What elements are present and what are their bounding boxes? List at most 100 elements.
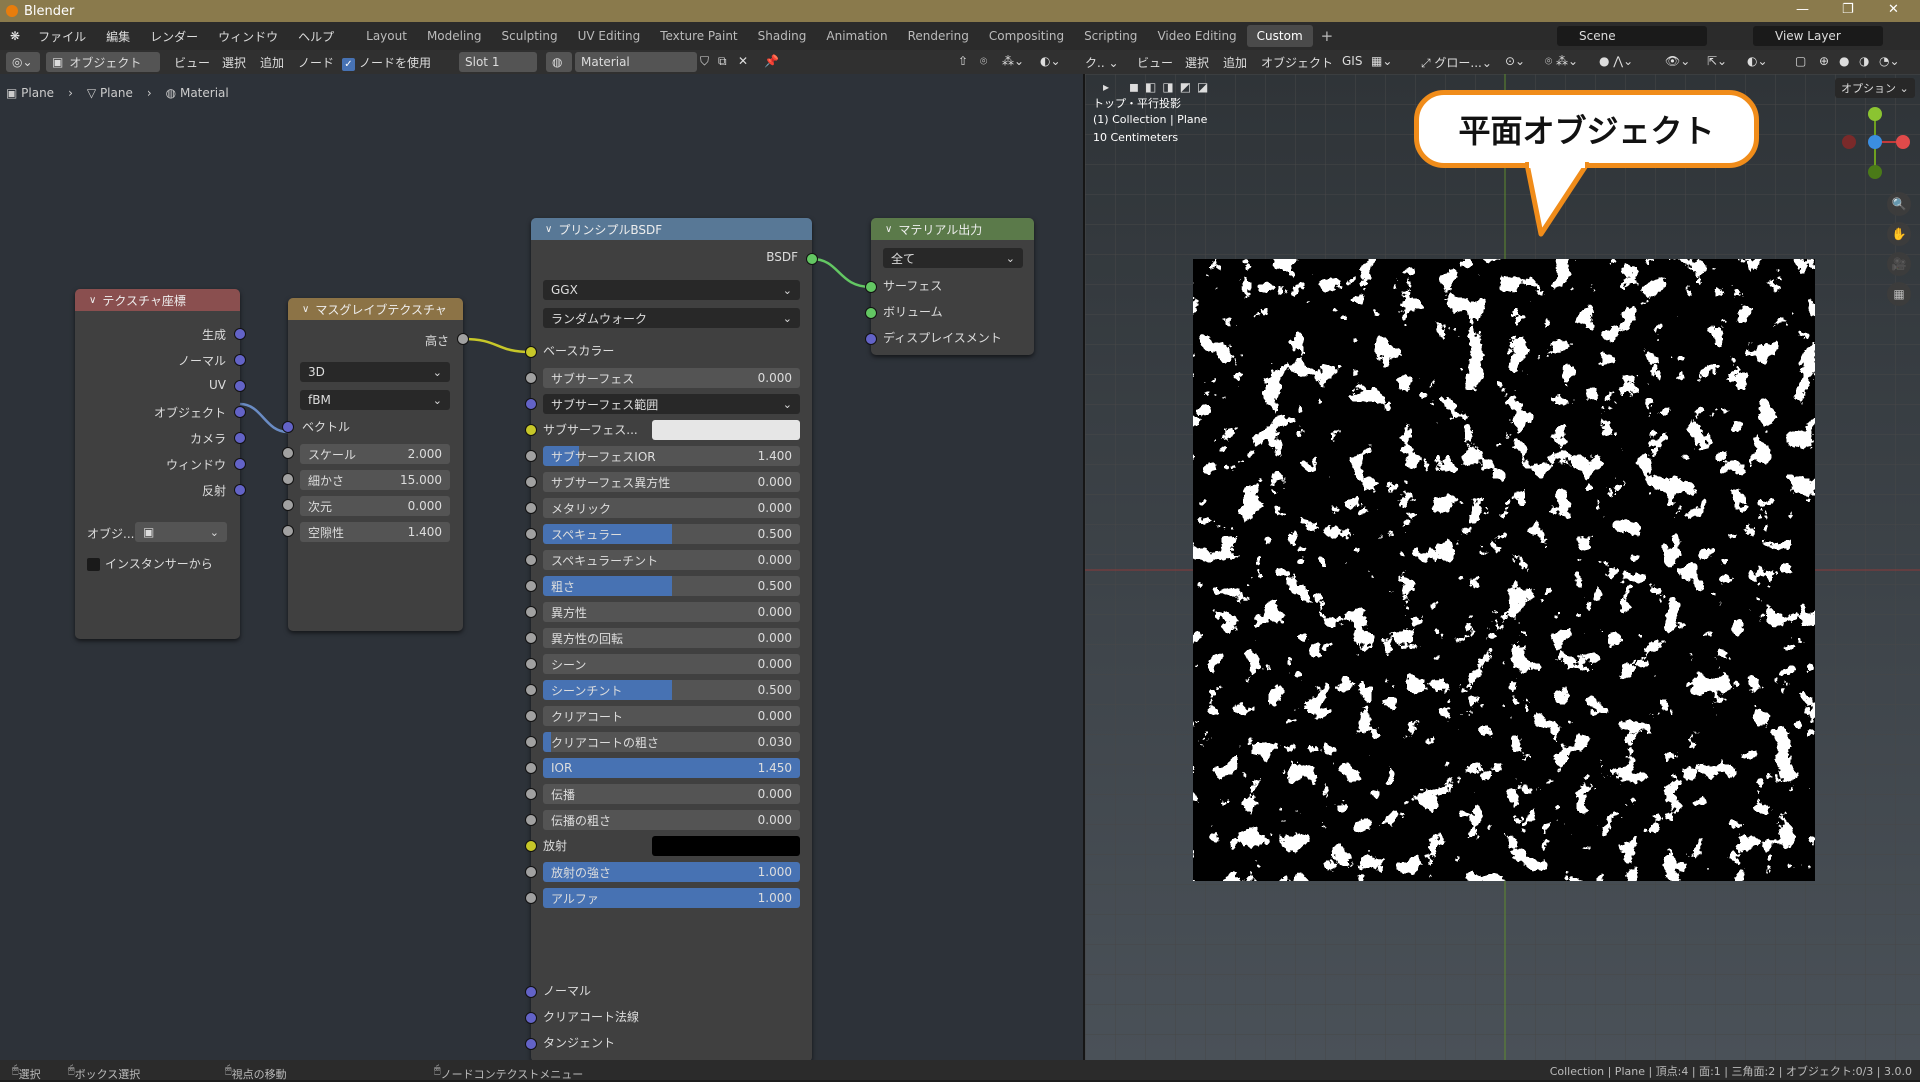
tool-cursor-icon[interactable]: ▸ xyxy=(1103,80,1109,94)
overlay-icon[interactable]: ◐⌄ xyxy=(1040,54,1061,68)
input-detail-socket[interactable] xyxy=(282,473,294,485)
view-layer-selector[interactable]: View Layer xyxy=(1753,26,1883,46)
bsdf-slider[interactable]: 異方性 0.000 xyxy=(543,602,800,622)
duplicate-material-icon[interactable]: ⧉ xyxy=(718,54,727,69)
add-workspace-icon[interactable]: + xyxy=(1313,27,1342,45)
solid-shading-icon[interactable]: ● xyxy=(1839,54,1849,68)
bsdf-slider[interactable]: スペキュラー 0.500 xyxy=(543,524,800,544)
menu-window[interactable]: ウィンドウ xyxy=(208,28,288,45)
tab-rendering[interactable]: Rendering xyxy=(898,25,979,47)
dimensions-dropdown[interactable]: 3D xyxy=(300,362,450,382)
lacunarity-field[interactable]: 空隙性 1.400 xyxy=(300,522,450,542)
tab-animation[interactable]: Animation xyxy=(816,25,897,47)
color-swatch[interactable] xyxy=(652,836,800,856)
input-dimension-socket[interactable] xyxy=(282,499,294,511)
tab-compositing[interactable]: Compositing xyxy=(979,25,1074,47)
menu-add[interactable]: 追加 xyxy=(1223,54,1247,71)
principled-bsdf-node[interactable]: プリンシプルBSDF BSDF GGX ランダムウォーク ベースカラー サブサー… xyxy=(525,218,818,1060)
menu-edit[interactable]: 編集 xyxy=(96,28,140,45)
close-icon[interactable]: ✕ xyxy=(1888,2,1899,17)
grid-toggle-icon[interactable]: ▦ xyxy=(1887,282,1911,306)
input-socket[interactable] xyxy=(525,372,537,384)
bsdf-slider[interactable]: 伝播 0.000 xyxy=(543,784,800,804)
minimize-icon[interactable]: — xyxy=(1796,2,1809,17)
gizmo-icon[interactable]: ⇱⌄ xyxy=(1707,54,1727,68)
menu-view[interactable]: ビュー xyxy=(1137,54,1173,71)
bsdf-dropdown[interactable]: サブサーフェス範囲 xyxy=(543,394,800,414)
input-socket[interactable] xyxy=(525,502,537,514)
bsdf-slider[interactable]: アルファ 1.000 xyxy=(543,888,800,908)
input-surface-socket[interactable] xyxy=(865,281,877,293)
output-window-socket[interactable] xyxy=(234,458,246,470)
input-socket[interactable] xyxy=(525,736,537,748)
scale-field[interactable]: スケール 2.000 xyxy=(300,444,450,464)
plane-object[interactable] xyxy=(1193,259,1815,881)
input-socket[interactable] xyxy=(525,398,537,410)
tab-uv-editing[interactable]: UV Editing xyxy=(568,25,651,47)
input-normal-socket[interactable] xyxy=(525,986,537,998)
input-socket[interactable] xyxy=(525,554,537,566)
editor-type-icon[interactable]: ◎⌄ xyxy=(6,52,40,72)
input-base-color-socket[interactable] xyxy=(525,346,537,358)
output-bsdf-socket[interactable] xyxy=(806,253,818,265)
menu-select[interactable]: 選択 xyxy=(1185,54,1209,71)
snap-settings-icon[interactable]: ⁂⌄ xyxy=(1002,54,1024,68)
select-invert-icon[interactable]: ◩ xyxy=(1180,80,1191,94)
input-socket[interactable] xyxy=(525,476,537,488)
slot-dropdown[interactable]: Slot 1 xyxy=(459,52,537,72)
select-new-icon[interactable]: ◼ xyxy=(1129,80,1139,94)
xray-icon[interactable]: ▢ xyxy=(1795,54,1806,68)
menu-node[interactable]: ノード xyxy=(298,54,334,71)
material-shading-icon[interactable]: ◑ xyxy=(1859,54,1869,68)
output-height-socket[interactable] xyxy=(457,333,469,345)
editor-type-icon[interactable]: ク.. ⌄ xyxy=(1085,54,1119,71)
select-intersect-icon[interactable]: ◪ xyxy=(1197,80,1208,94)
pivot-icon[interactable]: ⊙⌄ xyxy=(1505,54,1525,68)
node-header[interactable]: マスグレイブテクスチャ xyxy=(288,298,463,320)
input-scale-socket[interactable] xyxy=(282,447,294,459)
input-socket[interactable] xyxy=(525,632,537,644)
wireframe-shading-icon[interactable]: ⊕ xyxy=(1819,54,1829,68)
menu-gis[interactable]: GIS xyxy=(1342,54,1362,68)
output-normal-socket[interactable] xyxy=(234,354,246,366)
use-nodes-checkbox[interactable]: ✓ ノードを使用 xyxy=(342,54,431,71)
input-socket[interactable] xyxy=(525,814,537,826)
input-socket[interactable] xyxy=(525,424,537,436)
zoom-icon[interactable]: 🔍 xyxy=(1887,192,1911,216)
parent-node-icon[interactable]: ⇧ xyxy=(958,54,968,68)
maximize-icon[interactable]: ❐ xyxy=(1842,2,1854,17)
3d-viewport[interactable]: トップ・平行投影 (1) Collection | Plane 10 Centi… xyxy=(1085,74,1920,1060)
node-editor[interactable]: ▣ Plane › ▽ Plane › ◍ Material テクスチャ座標 生… xyxy=(0,74,1083,1060)
bsdf-slider[interactable]: 放射の強さ 1.000 xyxy=(543,862,800,882)
input-socket[interactable] xyxy=(525,892,537,904)
input-socket[interactable] xyxy=(525,762,537,774)
output-object-socket[interactable] xyxy=(234,406,246,418)
unlink-material-icon[interactable]: ✕ xyxy=(738,54,748,68)
pin-icon[interactable]: 📌 xyxy=(764,54,779,68)
bsdf-slider[interactable]: スペキュラーチント 0.000 xyxy=(543,550,800,570)
menu-view[interactable]: ビュー xyxy=(174,54,210,71)
menu-add[interactable]: 追加 xyxy=(260,54,284,71)
input-socket[interactable] xyxy=(525,450,537,462)
gis-icon[interactable]: ▦⌄ xyxy=(1371,54,1392,68)
menu-select[interactable]: 選択 xyxy=(222,54,246,71)
select-extend-icon[interactable]: ◧ xyxy=(1145,80,1156,94)
menu-help[interactable]: ヘルプ xyxy=(288,28,344,45)
bsdf-slider[interactable]: IOR 1.450 xyxy=(543,758,800,778)
material-browse-icon[interactable]: ◍ xyxy=(546,52,572,72)
subsurface-method-dropdown[interactable]: ランダムウォーク xyxy=(543,308,800,328)
node-header[interactable]: テクスチャ座標 xyxy=(75,289,240,311)
object-mode-dropdown[interactable]: ▣ オブジェクト xyxy=(46,52,160,72)
pan-hand-icon[interactable]: ✋ xyxy=(1887,222,1911,246)
bsdf-slider[interactable]: メタリック 0.000 xyxy=(543,498,800,518)
object-picker-field[interactable]: ▣ xyxy=(135,522,227,542)
blender-menu-icon[interactable]: ❋ xyxy=(0,29,28,43)
input-socket[interactable] xyxy=(525,528,537,540)
bsdf-slider[interactable]: サブサーフェス 0.000 xyxy=(543,368,800,388)
tab-layout[interactable]: Layout xyxy=(356,25,417,47)
bsdf-slider[interactable]: シーンチント 0.500 xyxy=(543,680,800,700)
input-socket[interactable] xyxy=(525,658,537,670)
input-socket[interactable] xyxy=(525,866,537,878)
output-generated-socket[interactable] xyxy=(234,328,246,340)
tab-shading[interactable]: Shading xyxy=(748,25,817,47)
